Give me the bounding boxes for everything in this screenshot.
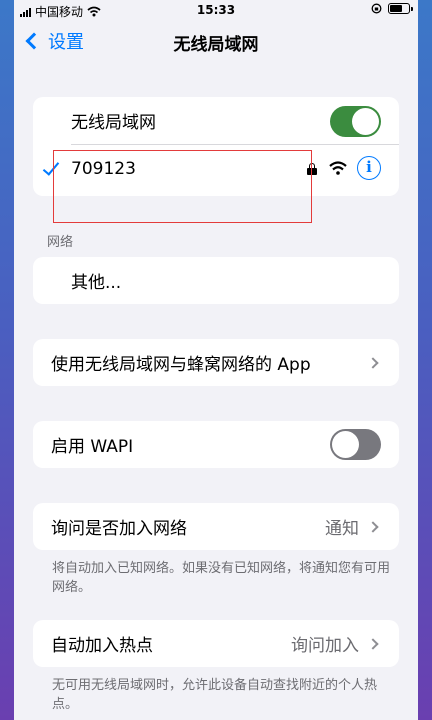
auto-hotspot-label: 自动加入热点	[51, 636, 153, 656]
wifi-signal-icon	[329, 161, 347, 175]
other-network-label: 其他...	[71, 273, 122, 293]
wapi-toggle[interactable]	[330, 429, 381, 460]
wlan-toggle[interactable]	[330, 106, 381, 137]
auto-hotspot-row[interactable]: 自动加入热点 询问加入	[33, 620, 399, 667]
status-time: 15:33	[196, 3, 236, 17]
wapi-group: 启用 WAPI	[33, 421, 399, 468]
ask-join-label: 询问是否加入网络	[51, 519, 187, 539]
apps-row-label: 使用无线局域网与蜂窝网络的 App	[51, 355, 311, 375]
auto-hotspot-value: 询问加入	[291, 636, 359, 656]
wlan-label: 无线局域网	[71, 113, 156, 133]
nav-bar: 设置 无线局域网	[14, 22, 418, 62]
status-right	[371, 3, 413, 14]
networks-section-label: 网络	[47, 235, 74, 250]
wapi-row: 启用 WAPI	[33, 421, 399, 468]
wlan-toggle-row: 无线局域网	[33, 97, 399, 144]
ask-join-row[interactable]: 询问是否加入网络 通知	[33, 503, 399, 550]
chevron-right-icon	[367, 520, 379, 533]
auto-hotspot-group: 自动加入热点 询问加入	[33, 620, 399, 667]
other-network-row[interactable]: 其他...	[33, 257, 399, 304]
apps-row[interactable]: 使用无线局域网与蜂窝网络的 App	[33, 339, 399, 386]
status-bar: 中国移动 15:33	[14, 0, 418, 22]
orientation-lock-icon	[371, 3, 382, 14]
ask-join-group: 询问是否加入网络 通知	[33, 503, 399, 550]
apps-group: 使用无线局域网与蜂窝网络的 App	[33, 339, 399, 386]
networks-group: 其他...	[33, 257, 399, 304]
settings-screen: 中国移动 15:33 设置 无线局域网 无线局域网 709123 i 网络 其他…	[14, 0, 418, 720]
ask-join-value: 通知	[325, 519, 359, 539]
ask-join-footnote: 将自动加入已知网络。如果没有已知网络，将通知您有可用网络。	[52, 561, 391, 595]
page-title: 无线局域网	[173, 35, 259, 55]
chevron-right-icon	[367, 356, 379, 369]
battery-icon	[388, 3, 413, 14]
annotation-box	[53, 150, 312, 223]
info-icon[interactable]: i	[357, 156, 381, 180]
auto-hotspot-footnote: 无可用无线局域网时，允许此设备自动查找附近的个人热点。	[52, 678, 378, 712]
wapi-label: 启用 WAPI	[51, 437, 134, 457]
chevron-right-icon	[367, 637, 379, 650]
